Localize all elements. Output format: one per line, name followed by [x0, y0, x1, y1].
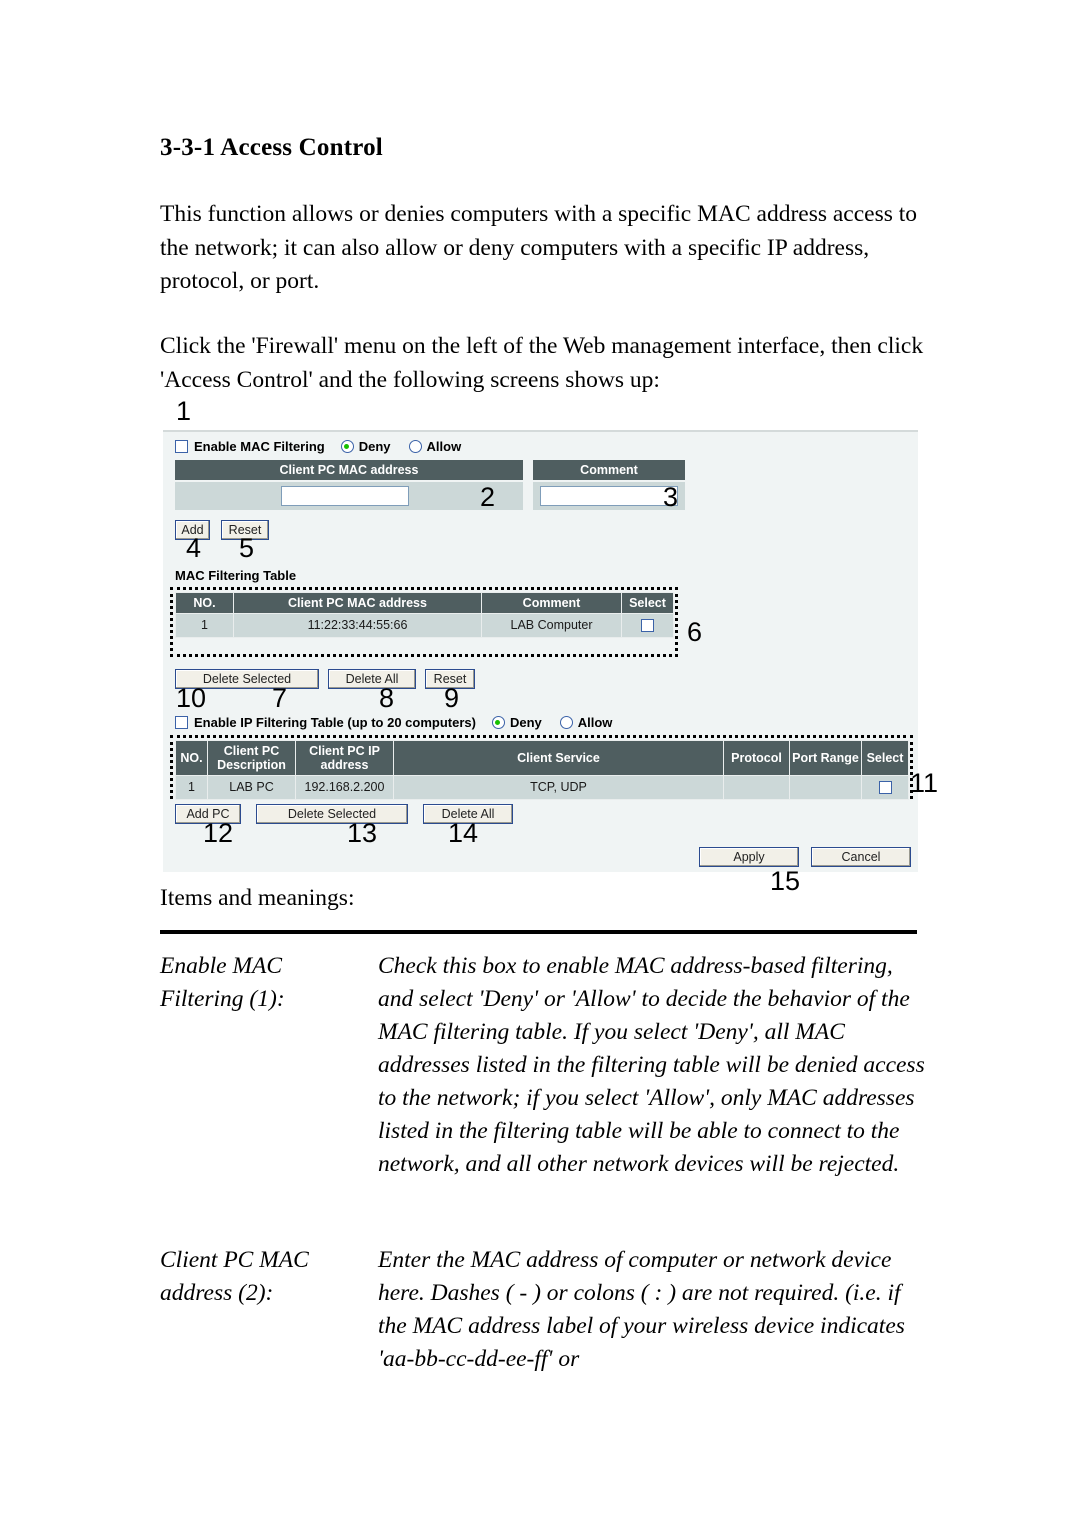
- table-header-row: NO. Client PC MAC address Comment Select: [175, 592, 674, 614]
- delete-all-mac-button[interactable]: Delete All: [328, 669, 416, 689]
- cell-no: 1: [175, 775, 208, 800]
- comment-header: Comment: [533, 460, 685, 480]
- col-comment: Comment: [481, 592, 622, 614]
- mac-allow-radio[interactable]: [408, 440, 422, 453]
- cell-ip-address: 192.168.2.200: [295, 775, 394, 800]
- client-pc-mac-address-header: Client PC MAC address: [175, 460, 523, 480]
- cell-select: [621, 613, 674, 638]
- callout-number-3: 3: [663, 482, 679, 512]
- cancel-button[interactable]: Cancel: [811, 847, 911, 867]
- table-header-row: NO. Client PC Description Client PC IP a…: [175, 740, 909, 776]
- cell-select: [861, 775, 909, 800]
- mac-address-input[interactable]: [281, 486, 409, 506]
- ip-filtering-table: NO. Client PC Description Client PC IP a…: [175, 740, 909, 800]
- mac-deny-radio[interactable]: [340, 440, 354, 453]
- callout-number-10: 10: [176, 683, 207, 713]
- callout-number-15: 15: [770, 866, 801, 896]
- col-client-pc-ip-address: Client PC IP address: [295, 740, 394, 776]
- ip-deny-label: Deny: [509, 715, 542, 730]
- col-no: NO.: [175, 592, 234, 614]
- intro-paragraph-2: Click the 'Firewall' menu on the left of…: [160, 333, 924, 393]
- cell-mac-address: 11:22:33:44:55:66: [233, 613, 482, 638]
- mac-filtering-table-title: MAC Filtering Table: [175, 568, 297, 583]
- section-divider: [160, 930, 917, 934]
- callout-number-13: 13: [347, 818, 378, 848]
- cell-port-range: [789, 775, 862, 800]
- row-select-checkbox[interactable]: [878, 781, 892, 795]
- intro-paragraph-1: This function allows or denies computers…: [160, 201, 918, 294]
- router-admin-panel: Enable MAC Filtering Deny Allow Client P…: [163, 430, 918, 872]
- enable-mac-filtering-checkbox[interactable]: [175, 440, 188, 453]
- enable-ip-filtering-checkbox[interactable]: [175, 716, 188, 729]
- mac-filtering-table: NO. Client PC MAC address Comment Select…: [175, 592, 674, 638]
- col-client-service: Client Service: [393, 740, 724, 776]
- callout-number-12: 12: [203, 818, 234, 848]
- cell-client-service: TCP, UDP: [393, 775, 724, 800]
- cell-comment: LAB Computer: [481, 613, 622, 638]
- col-select: Select: [621, 592, 674, 614]
- delete-selected-ip-button[interactable]: Delete Selected: [256, 804, 408, 824]
- definition-term: Enable MAC Filtering (1):: [160, 953, 285, 1012]
- definition-description: Check this box to enable MAC address-bas…: [378, 953, 925, 1177]
- page-title: 3-3-1 Access Control: [160, 134, 383, 161]
- definition-term: Client PC MAC address (2):: [160, 1247, 309, 1306]
- definition-description: Enter the MAC address of computer or net…: [378, 1247, 905, 1372]
- ip-filtering-enable-row: Enable IP Filtering Table (up to 20 comp…: [175, 715, 614, 730]
- col-mac-address: Client PC MAC address: [233, 592, 482, 614]
- col-no: NO.: [175, 740, 208, 776]
- mac-deny-label: Deny: [358, 439, 391, 454]
- callout-number-2: 2: [480, 482, 496, 512]
- ip-allow-radio[interactable]: [559, 716, 573, 729]
- ip-allow-label: Allow: [577, 715, 613, 730]
- page-root: 3-3-1 Access Control This function allow…: [0, 0, 1080, 1527]
- table-row: 1 LAB PC 192.168.2.200 TCP, UDP: [175, 775, 909, 800]
- callout-number-1: 1: [176, 396, 192, 426]
- callout-number-8: 8: [379, 683, 395, 713]
- col-select: Select: [861, 740, 909, 776]
- ip-deny-radio[interactable]: [491, 716, 505, 729]
- callout-number-5: 5: [239, 533, 255, 563]
- callout-number-14: 14: [448, 818, 479, 848]
- callout-number-4: 4: [186, 533, 202, 563]
- mac-filtering-enable-row: Enable MAC Filtering Deny Allow: [175, 439, 463, 454]
- col-port-range: Port Range: [789, 740, 862, 776]
- apply-button[interactable]: Apply: [699, 847, 799, 867]
- row-select-checkbox[interactable]: [641, 619, 654, 633]
- comment-input[interactable]: [540, 486, 678, 506]
- callout-number-11: 11: [910, 768, 939, 798]
- mac-allow-label: Allow: [426, 439, 462, 454]
- callout-number-6: 6: [687, 617, 703, 647]
- cell-protocol: [723, 775, 790, 800]
- col-protocol: Protocol: [723, 740, 790, 776]
- items-and-meanings-heading: Items and meanings:: [160, 885, 355, 911]
- callout-number-9: 9: [444, 683, 460, 713]
- col-client-pc-description: Client PC Description: [207, 740, 296, 776]
- table-row: 1 11:22:33:44:55:66 LAB Computer: [175, 613, 674, 638]
- enable-mac-filtering-label: Enable MAC Filtering: [194, 439, 325, 454]
- enable-ip-filtering-label: Enable IP Filtering Table (up to 20 comp…: [194, 715, 476, 730]
- cell-description: LAB PC: [207, 775, 296, 800]
- callout-number-7: 7: [272, 683, 288, 713]
- cell-no: 1: [175, 613, 234, 638]
